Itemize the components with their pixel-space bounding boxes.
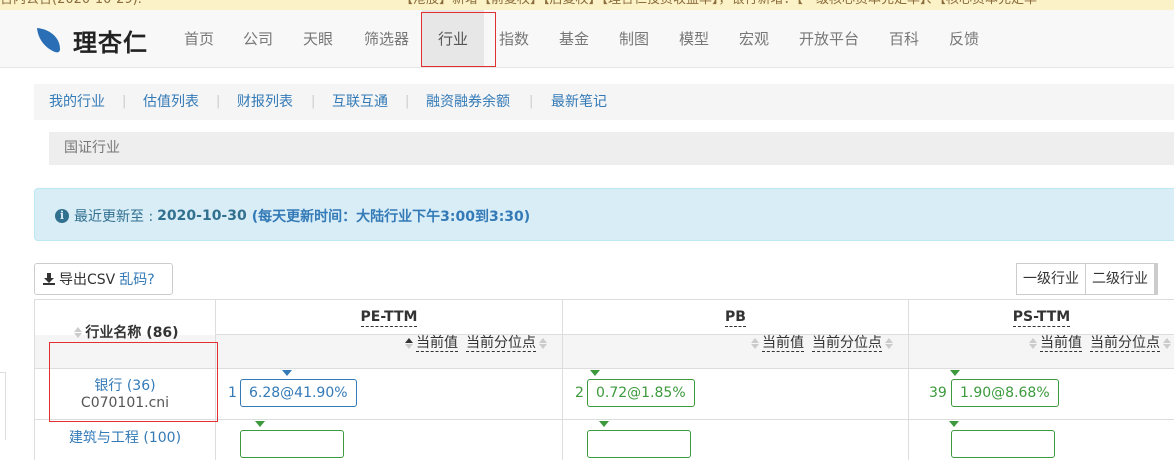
top-navbar: 理杏仁 首页 公司 天眼 筛选器 行业 指数 基金 制图 模型 宏观 开放平台 … [0,10,1174,68]
subnav-separator: | [529,94,534,109]
update-schedule-note: (每天更新时间：大陆行业下午3:00到3:30) [251,209,531,225]
update-info-alert: i 最近更新至 : 2020-10-30 (每天更新时间：大陆行业下午3:00到… [34,188,1174,241]
nav-item-index[interactable]: 指数 [499,10,529,68]
pb-group-header: PB [562,300,908,335]
ps-current-header[interactable]: 当前值 [1040,335,1082,352]
sort-icon[interactable] [1029,338,1037,349]
update-date: 2020-10-30 [157,208,247,224]
subnav-financial-list[interactable]: 财报列表 [237,84,293,120]
pe-value-badge[interactable] [240,430,344,458]
industry-name-link[interactable]: 建筑与工程 (100) [35,427,215,447]
percentile-marker [949,421,959,427]
subnav-valuation-list[interactable]: 估值列表 [143,84,199,120]
percentile-marker [255,421,265,427]
nav-item-tianyan[interactable]: 天眼 [303,10,333,68]
garbled-text-help-link[interactable]: 乱码? [119,269,154,289]
ps-ttm-subheader: 当前值 当前分位点 [908,335,1174,369]
subnav-my-industry[interactable]: 我的行业 [49,84,105,120]
nav-item-open-platform[interactable]: 开放平台 [799,10,859,68]
row-highlight-outline [49,342,218,422]
pb-rank: 2 [575,385,584,401]
nav-item-company[interactable]: 公司 [243,10,273,68]
subnav-latest-notes[interactable]: 最新笔记 [551,84,607,120]
subnav-connect[interactable]: 互联互通 [332,84,388,120]
pe-ttm-subheader: 当前值 当前分位点 [215,335,562,369]
ps-value-badge[interactable] [951,430,1055,458]
marquee-text-left: 告内公告(2020-10-29). [0,0,142,9]
sort-icon[interactable] [751,338,759,349]
industry-name-header-label: 行业名称 (86) [85,325,179,341]
pe-value-badge[interactable]: 6.28@41.90% [240,379,357,407]
update-label: 最近更新至 : [74,209,154,225]
marquee-text-right[interactable]: 【港股】新增【前复权】【后复权】【理杏仁投资收益率】，银行新增：【一级核心资本充… [400,0,1037,9]
download-icon [43,273,55,285]
active-tab-highlight [421,12,496,67]
pe-current-header[interactable]: 当前值 [416,335,458,352]
table-row: 建筑与工程 (100) [34,420,1174,460]
nav-item-home[interactable]: 首页 [184,10,214,68]
ps-percentile-header[interactable]: 当前分位点 [1090,335,1160,352]
ps-value-badge[interactable]: 1.90@8.68% [951,379,1059,407]
announcement-marquee[interactable]: 告内公告(2020-10-29). 【港股】新增【前复权】【后复权】【理杏仁投资… [0,0,1174,10]
ps-ttm-group-header: PS-TTM [908,300,1174,335]
pe-ttm-group-header: PE-TTM [215,300,562,335]
nav-item-model[interactable]: 模型 [679,10,709,68]
nav-item-wiki[interactable]: 百科 [889,10,919,68]
pe-percentile-header[interactable]: 当前分位点 [466,335,536,352]
sort-icon[interactable] [1163,338,1171,349]
ps-rank: 39 [929,385,947,401]
nav-item-macro[interactable]: 宏观 [739,10,769,68]
percentile-marker [590,370,600,376]
brand-logo[interactable]: 理杏仁 [33,24,148,57]
sort-icon [74,326,83,338]
breadcrumb: 国证行业 [49,132,1174,165]
left-scroll-edge [0,372,6,440]
pb-subheader: 当前值 当前分位点 [562,335,908,369]
nav-item-fund[interactable]: 基金 [559,10,589,68]
pb-value-badge[interactable] [587,430,691,458]
subnav-separator: | [405,94,410,109]
level-1-button[interactable]: 一级行业 [1016,263,1086,295]
subnav-margin-balance[interactable]: 融资融券余额 [426,84,510,120]
sort-asc-icon[interactable] [405,338,413,349]
percentile-marker [599,421,609,427]
pb-value-badge[interactable]: 0.72@1.85% [587,379,695,407]
sort-icon[interactable] [885,338,893,349]
pe-rank: 1 [228,385,237,401]
percentile-marker [950,370,960,376]
sort-icon[interactable] [539,338,547,349]
export-csv-button[interactable]: 导出CSV 乱码? [34,263,173,295]
leaf-logo-icon [37,28,60,53]
level-2-button[interactable]: 二级行业 [1086,263,1158,295]
pb-percentile-header[interactable]: 当前分位点 [812,335,882,352]
info-circle-icon: i [55,209,69,223]
pb-current-header[interactable]: 当前值 [762,335,804,352]
sub-navigation: 我的行业 | 估值列表 | 财报列表 | 互联互通 | 融资融券余额 | 最新笔… [34,84,1174,120]
subnav-separator: | [216,94,221,109]
export-csv-label: 导出CSV [59,272,116,288]
nav-item-charting[interactable]: 制图 [619,10,649,68]
nav-item-feedback[interactable]: 反馈 [949,10,979,68]
subnav-separator: | [122,94,127,109]
percentile-marker [282,370,292,376]
subnav-separator: | [311,94,316,109]
nav-item-screener[interactable]: 筛选器 [364,10,409,68]
brand-name: 理杏仁 [73,28,148,57]
industry-level-toggle: 一级行业 二级行业 [1016,263,1158,295]
